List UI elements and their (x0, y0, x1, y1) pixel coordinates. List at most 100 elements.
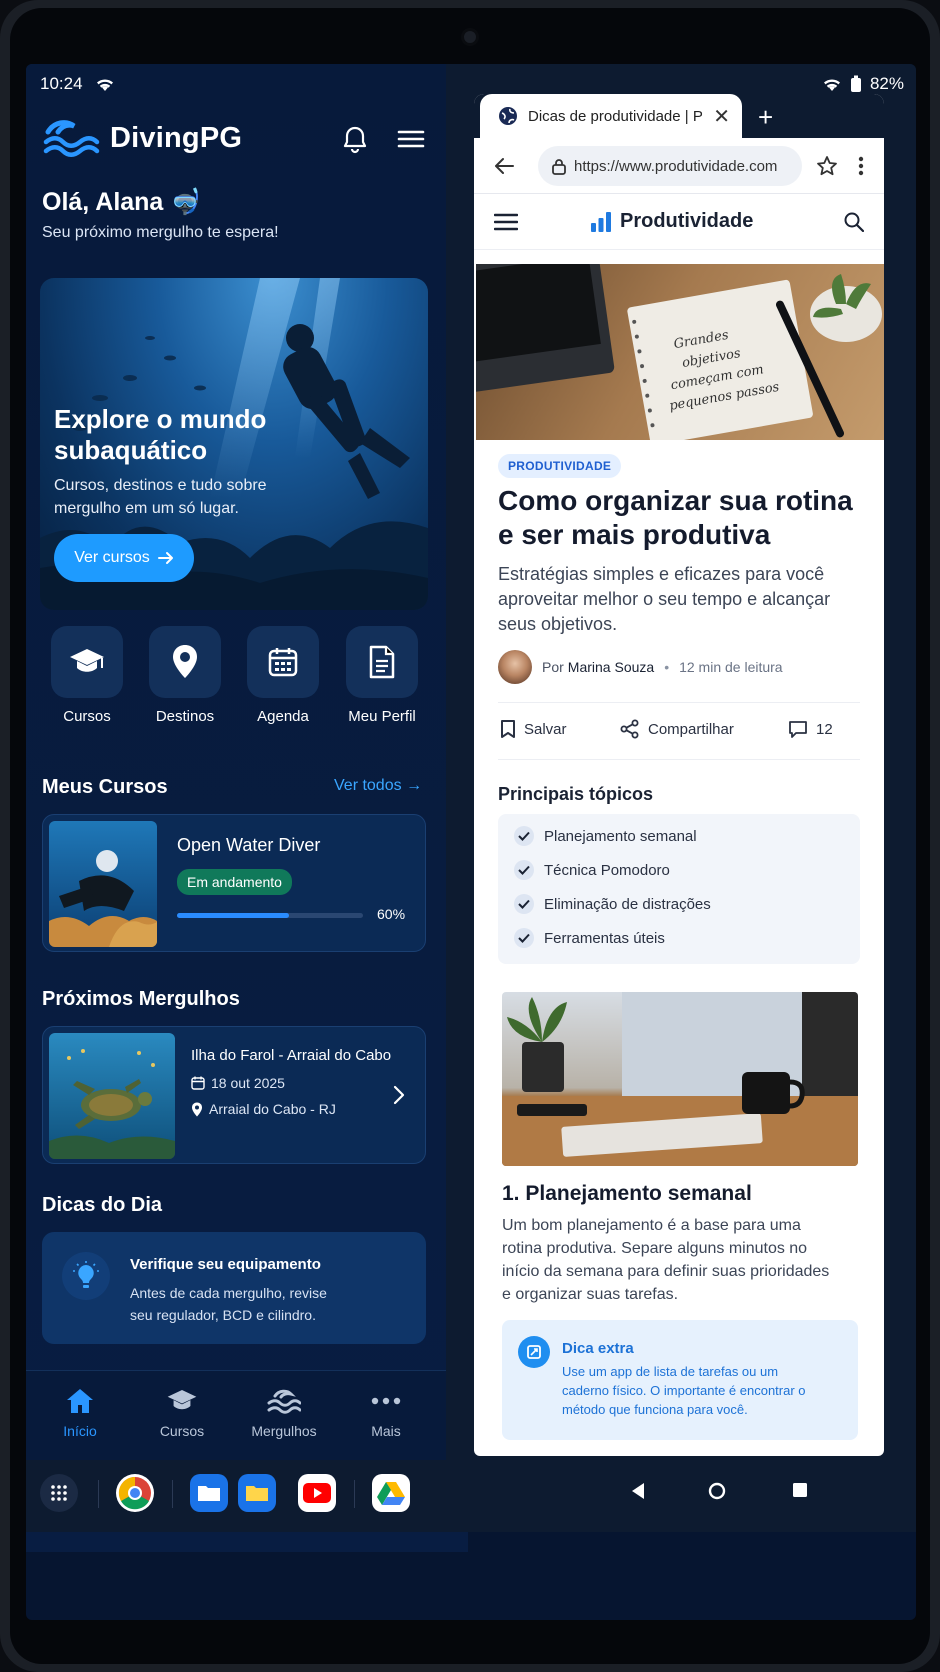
byline: Por Marina Souza • 12 min de leitura (498, 650, 783, 684)
topic-label: Técnica Pomodoro (544, 861, 670, 879)
tab-dives[interactable]: Mergulhos (234, 1385, 334, 1439)
bar-chart-logo-icon (591, 211, 611, 232)
close-tab-icon[interactable]: ✕ (713, 104, 730, 129)
article-hero-image: Grandes objetivos começam com pequenos p… (476, 264, 884, 440)
menu-icon[interactable] (396, 124, 426, 154)
brand[interactable]: DivingPG (42, 118, 242, 158)
youtube-app[interactable] (298, 1474, 336, 1512)
check-icon (514, 826, 534, 846)
chrome-app[interactable] (116, 1474, 154, 1512)
battery-icon (850, 75, 861, 92)
quick-profile-label: Meu Perfil (348, 708, 416, 725)
overflow-menu-icon[interactable] (858, 156, 864, 176)
tab-home[interactable]: Início (30, 1385, 130, 1439)
youtube-icon (303, 1483, 331, 1503)
article-actions: Salvar Compartilhar 12 (498, 702, 860, 760)
desk-photo (502, 992, 858, 1166)
topic-label: Ferramentas úteis (544, 929, 665, 947)
tip-title: Verifique seu equipamento (130, 1256, 321, 1273)
status-bar-right: 82% (822, 74, 904, 94)
see-courses-button[interactable]: Ver cursos (54, 534, 194, 582)
waves-icon (267, 1389, 301, 1414)
hamburger-icon[interactable] (494, 212, 518, 232)
topic-item[interactable]: Planejamento semanal (514, 826, 697, 846)
tab-home-label: Início (63, 1423, 97, 1439)
topic-item[interactable]: Ferramentas úteis (514, 928, 665, 948)
dive-title: Ilha do Farol - Arraial do Cabo (191, 1047, 392, 1064)
drive-app[interactable] (372, 1474, 410, 1512)
dive-date: 18 out 2025 (211, 1075, 285, 1091)
category-tag[interactable]: PRODUTIVIDADE (498, 454, 622, 478)
status-badge: Em andamento (177, 869, 292, 895)
quick-agenda[interactable]: Agenda (243, 626, 323, 725)
quick-profile-box (346, 626, 418, 698)
battery-level: 82% (869, 74, 904, 93)
browser-window: 82% Dicas de produtividade | P ✕ + https… (446, 64, 916, 1460)
home-icon (67, 1389, 93, 1413)
site-name: Produtividade (620, 210, 754, 232)
hero-description: Cursos, destinos e tudo sobre mergulho e… (54, 477, 267, 517)
calendar-icon (191, 1076, 205, 1090)
diving-app: 10:24 DivingPG Olá, Alana 🤿 Seu próximo … (26, 64, 468, 1552)
read-time: 12 min de leitura (679, 659, 783, 675)
arrow-right-icon: → (406, 777, 423, 794)
device-frame: 10:24 DivingPG Olá, Alana 🤿 Seu próximo … (0, 0, 940, 1672)
graduation-cap-icon (70, 649, 104, 672)
progress-fill (177, 913, 289, 918)
see-all-label: Ver todos (334, 777, 402, 794)
site-header: Produtividade (474, 194, 884, 250)
quick-courses-box (51, 626, 123, 698)
nav-home-icon[interactable] (708, 1482, 726, 1500)
topic-label: Eliminação de distrações (544, 895, 711, 913)
check-icon (514, 928, 534, 948)
article-title: Como organizar sua rotina e ser mais pro… (498, 485, 853, 550)
topic-item[interactable]: Eliminação de distrações (514, 894, 711, 914)
comments-count: 12 (816, 720, 833, 738)
url-field[interactable]: https://www.produtividade.com (538, 146, 802, 186)
dive-card[interactable]: Ilha do Farol - Arraial do Cabo 18 out 2… (42, 1026, 426, 1164)
dive-thumbnail (49, 1033, 175, 1159)
bell-icon[interactable] (340, 124, 370, 154)
nav-recents-icon[interactable] (792, 1482, 808, 1498)
progress-label: 60% (377, 906, 406, 922)
back-arrow-icon[interactable] (494, 157, 514, 175)
quick-agenda-box (247, 626, 319, 698)
address-bar-row: https://www.produtividade.com (474, 138, 884, 194)
extra-tip-box: Dica extra Use um app de lista de tarefa… (502, 1320, 858, 1440)
topic-item[interactable]: Técnica Pomodoro (514, 860, 670, 880)
url-text: https://www.produtividade.com (574, 157, 778, 175)
location-pin-icon (173, 645, 197, 678)
course-card[interactable]: Open Water Diver Em andamento 60% (42, 814, 426, 952)
taskbar (26, 1460, 916, 1532)
tab-courses[interactable]: Cursos (132, 1385, 232, 1439)
course-thumbnail (49, 821, 157, 947)
nav-back-icon[interactable] (630, 1482, 646, 1500)
quick-profile[interactable]: Meu Perfil (341, 626, 423, 725)
files-app-2[interactable] (238, 1474, 276, 1512)
greeting-subtitle: Seu próximo mergulho te espera! (42, 224, 279, 241)
folder-icon (198, 1486, 220, 1501)
quick-destinations-label: Destinos (155, 708, 215, 725)
site-logo[interactable]: Produtividade (590, 210, 753, 233)
chevron-right-icon[interactable] (393, 1085, 405, 1105)
star-icon[interactable] (816, 155, 838, 177)
wifi-icon (96, 79, 113, 91)
save-button[interactable]: Salvar (500, 719, 567, 739)
see-all-link[interactable]: Ver todos → (334, 777, 422, 795)
share-button[interactable]: Compartilhar (620, 719, 734, 739)
author-name[interactable]: Marina Souza (568, 659, 654, 675)
topic-label: Planejamento semanal (544, 827, 697, 845)
tab-more[interactable]: Mais (336, 1385, 436, 1439)
dive-date-row: 18 out 2025 (191, 1075, 285, 1091)
tab-strip: Dicas de produtividade | P ✕ + (474, 94, 884, 138)
dive-place: Arraial do Cabo - RJ (209, 1101, 336, 1117)
tip-card[interactable]: Verifique seu equipamento Antes de cada … (42, 1232, 426, 1344)
browser-tab[interactable]: Dicas de produtividade | P ✕ (480, 94, 742, 138)
files-app[interactable] (190, 1474, 228, 1512)
new-tab-button[interactable]: + (758, 102, 773, 133)
comments-button[interactable]: 12 (788, 719, 833, 739)
search-icon[interactable] (844, 212, 864, 232)
quick-courses[interactable]: Cursos (47, 626, 127, 725)
quick-destinations[interactable]: Destinos (145, 626, 225, 725)
app-drawer-button[interactable] (40, 1474, 78, 1512)
